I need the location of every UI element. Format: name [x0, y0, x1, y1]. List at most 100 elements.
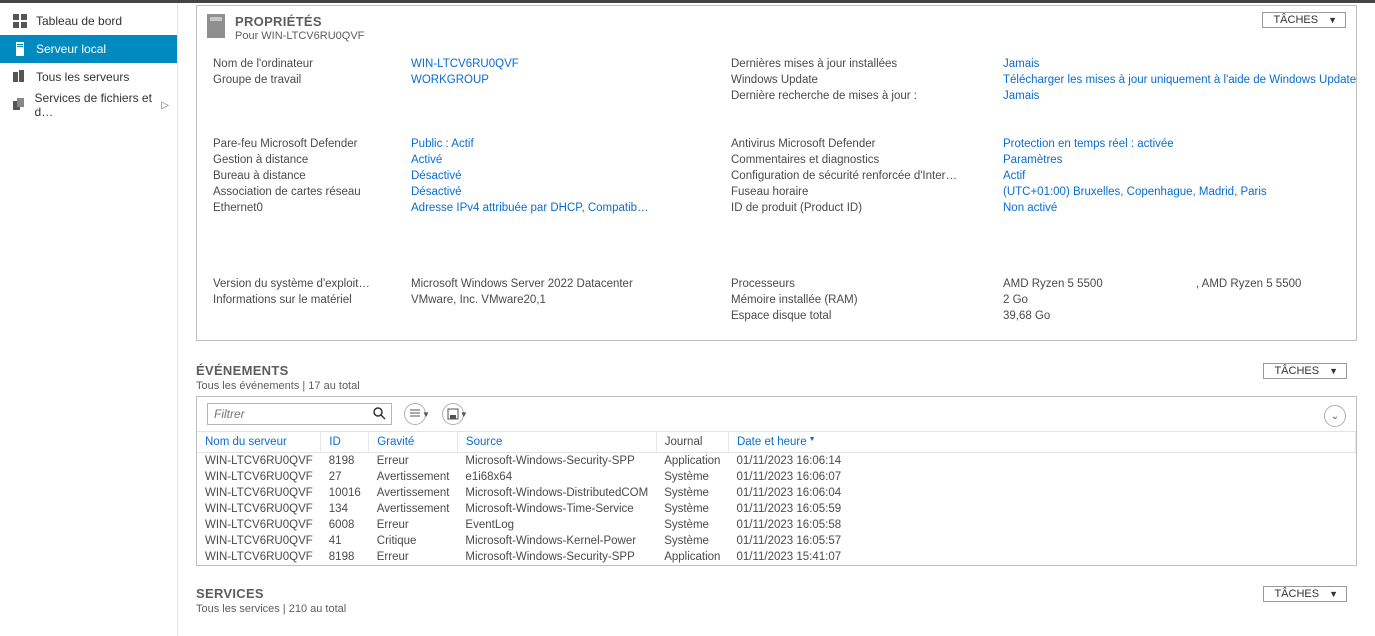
cell-id: 41	[321, 533, 369, 549]
chevron-down-icon[interactable]: ▼	[422, 410, 430, 419]
prop-label: Dernière recherche de mises à jour :	[731, 88, 963, 104]
cell-datetime: 01/11/2023 15:41:07	[728, 549, 1355, 565]
services-tasks-button[interactable]: TÂCHES ▼	[1263, 586, 1347, 602]
prop-value[interactable]: Protection en temps réel : activée	[1003, 136, 1356, 152]
cell-id: 6008	[321, 517, 369, 533]
chevron-right-icon: ▷	[161, 100, 169, 111]
table-row[interactable]: WIN-LTCV6RU0QVF134AvertissementMicrosoft…	[197, 501, 1356, 517]
events-box: ▼ ▼ ⌄	[196, 396, 1357, 566]
cell-id: 8198	[321, 453, 369, 470]
cell-severity: Avertissement	[369, 469, 458, 485]
cell-server: WIN-LTCV6RU0QVF	[197, 533, 321, 549]
sidebar-item-label: Serveur local	[36, 42, 106, 56]
col-severity[interactable]: Gravité	[369, 432, 458, 453]
tasks-label: TÂCHES	[1273, 14, 1318, 26]
table-row[interactable]: WIN-LTCV6RU0QVF27Avertissemente1i68x64Sy…	[197, 469, 1356, 485]
files-icon	[12, 98, 27, 112]
main-content[interactable]: PROPRIÉTÉS Pour WIN-LTCV6RU0QVF TÂCHES ▼…	[178, 3, 1375, 636]
prop-value[interactable]: Public : Actif	[411, 136, 651, 152]
properties-tasks-button[interactable]: TÂCHES ▼	[1262, 12, 1346, 28]
cell-server: WIN-LTCV6RU0QVF	[197, 517, 321, 533]
prop-value[interactable]: (UTC+01:00) Bruxelles, Copenhague, Madri…	[1003, 184, 1356, 200]
prop-value[interactable]: Désactivé	[411, 168, 651, 184]
cell-source: Microsoft-Windows-DistributedCOM	[457, 485, 656, 501]
events-table-scroll[interactable]: Nom du serveur ID Gravité Source Journal…	[197, 431, 1356, 565]
prop-value[interactable]: Télécharger les mises à jour uniquement …	[1003, 72, 1356, 88]
servers-icon	[12, 70, 28, 84]
properties-title: PROPRIÉTÉS	[235, 14, 364, 29]
dashboard-icon	[12, 14, 28, 28]
prop-values-right: Jamais Télécharger les mises à jour uniq…	[1003, 56, 1356, 324]
col-server[interactable]: Nom du serveur	[197, 432, 321, 453]
prop-label: Informations sur le matériel	[213, 292, 371, 308]
cell-datetime: 01/11/2023 16:05:58	[728, 517, 1355, 533]
cell-id: 27	[321, 469, 369, 485]
col-id[interactable]: ID	[321, 432, 369, 453]
cell-datetime: 01/11/2023 16:05:59	[728, 501, 1355, 517]
prop-value[interactable]: Désactivé	[411, 184, 651, 200]
cell-datetime: 01/11/2023 16:06:04	[728, 485, 1355, 501]
prop-label: Groupe de travail	[213, 72, 371, 88]
prop-value[interactable]: WORKGROUP	[411, 72, 651, 88]
sidebar-item-all-servers[interactable]: Tous les serveurs	[0, 63, 177, 91]
table-row[interactable]: WIN-LTCV6RU0QVF6008ErreurEventLogSystème…	[197, 517, 1356, 533]
prop-label: Nom de l'ordinateur	[213, 56, 371, 72]
sidebar-item-label: Tableau de bord	[36, 14, 122, 28]
prop-value[interactable]: WIN-LTCV6RU0QVF	[411, 56, 651, 72]
chevron-down-icon[interactable]: ▼	[460, 410, 468, 419]
prop-label: Pare-feu Microsoft Defender	[213, 136, 371, 152]
server-tile-icon	[207, 14, 225, 38]
properties-header: PROPRIÉTÉS Pour WIN-LTCV6RU0QVF	[207, 14, 1346, 42]
sidebar-item-local-server[interactable]: Serveur local	[0, 35, 177, 63]
cell-source: EventLog	[457, 517, 656, 533]
prop-value[interactable]: Activé	[411, 152, 651, 168]
prop-value[interactable]: Jamais	[1003, 56, 1356, 72]
app-root: Tableau de bord Serveur local Tous les s…	[0, 0, 1375, 636]
services-title: SERVICES	[196, 586, 1357, 601]
sidebar-item-file-services[interactable]: Services de fichiers et d… ▷	[0, 91, 177, 119]
sidebar-item-label: Tous les serveurs	[36, 70, 129, 84]
prop-value[interactable]: Adresse IPv4 attribuée par DHCP, Compati…	[411, 200, 651, 216]
chevron-down-icon: ▼	[1329, 366, 1338, 376]
events-subtitle: Tous les événements | 17 au total	[196, 380, 1357, 392]
col-journal[interactable]: Journal	[656, 432, 728, 453]
table-row[interactable]: WIN-LTCV6RU0QVF8198ErreurMicrosoft-Windo…	[197, 549, 1356, 565]
cell-severity: Erreur	[369, 453, 458, 470]
table-row[interactable]: WIN-LTCV6RU0QVF10016AvertissementMicroso…	[197, 485, 1356, 501]
cell-journal: Système	[656, 485, 728, 501]
prop-label: Configuration de sécurité renforcée d'In…	[731, 168, 963, 184]
col-datetime-label: Date et heure	[737, 436, 807, 448]
sidebar-item-dashboard[interactable]: Tableau de bord	[0, 7, 177, 35]
prop-label: Commentaires et diagnostics	[731, 152, 963, 168]
cell-journal: Système	[656, 469, 728, 485]
cell-journal: Système	[656, 501, 728, 517]
cell-source: Microsoft-Windows-Time-Service	[457, 501, 656, 517]
cell-severity: Critique	[369, 533, 458, 549]
filter-input[interactable]	[207, 403, 392, 425]
prop-value[interactable]: Paramètres	[1003, 152, 1356, 168]
cell-datetime: 01/11/2023 16:05:57	[728, 533, 1355, 549]
cell-severity: Erreur	[369, 549, 458, 565]
server-icon	[12, 42, 28, 56]
cell-server: WIN-LTCV6RU0QVF	[197, 501, 321, 517]
properties-subtitle: Pour WIN-LTCV6RU0QVF	[235, 30, 364, 42]
prop-value[interactable]: Jamais	[1003, 88, 1356, 104]
prop-label: Mémoire installée (RAM)	[731, 292, 963, 308]
events-tasks-button[interactable]: TÂCHES ▼	[1263, 363, 1347, 379]
prop-value[interactable]: Non activé	[1003, 200, 1356, 216]
prop-value[interactable]: Actif	[1003, 168, 1356, 184]
tasks-label: TÂCHES	[1274, 365, 1319, 377]
prop-label: Espace disque total	[731, 308, 963, 324]
events-section: ÉVÉNEMENTS Tous les événements | 17 au t…	[196, 363, 1357, 566]
table-row[interactable]: WIN-LTCV6RU0QVF41CritiqueMicrosoft-Windo…	[197, 533, 1356, 549]
prop-label: Version du système d'exploitation	[213, 276, 371, 292]
col-source[interactable]: Source	[457, 432, 656, 453]
prop-labels-right: Dernières mises à jour installées Window…	[731, 56, 963, 324]
col-datetime[interactable]: Date et heure▼	[728, 432, 1355, 453]
table-row[interactable]: WIN-LTCV6RU0QVF8198ErreurMicrosoft-Windo…	[197, 453, 1356, 470]
expand-button[interactable]: ⌄	[1324, 405, 1346, 427]
cell-journal: Système	[656, 517, 728, 533]
events-title: ÉVÉNEMENTS	[196, 363, 1357, 378]
search-icon[interactable]	[372, 406, 388, 422]
prop-value-part: , AMD Ryzen 5 5500	[1196, 278, 1301, 290]
